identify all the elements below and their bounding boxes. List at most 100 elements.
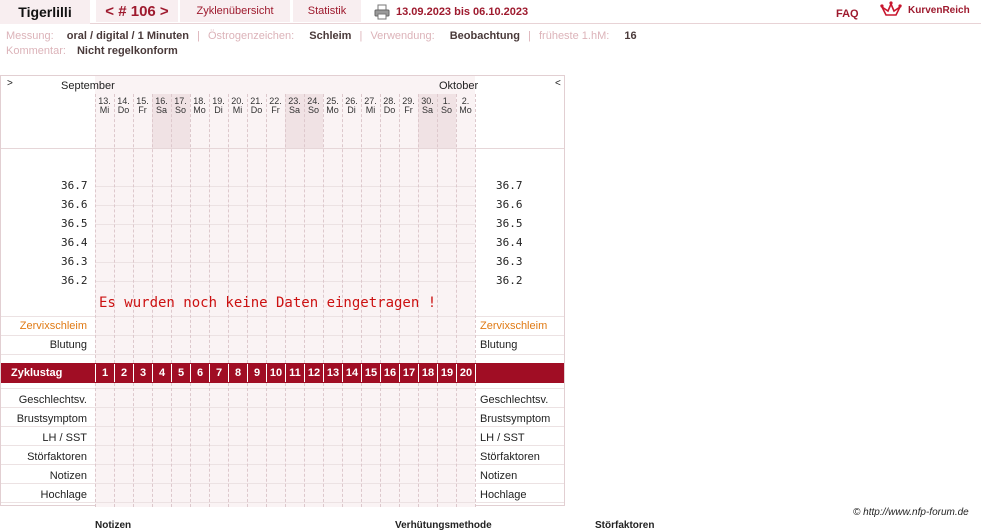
day-label: 16. Sa — [152, 97, 171, 115]
day-gridline — [361, 383, 362, 507]
zyklustag-separator — [190, 364, 191, 382]
zyklustag-separator — [171, 364, 172, 382]
zervix-label-right: Zervixschleim — [480, 320, 548, 332]
zyklustag-separator — [285, 364, 286, 382]
footer-notizen-heading: Notizen — [95, 520, 132, 531]
logo-text[interactable]: KurvenReich — [908, 5, 970, 16]
day-gridline — [456, 383, 457, 507]
month-label-september: September — [61, 80, 115, 92]
row-label-right: Hochlage — [480, 489, 527, 501]
day-gridline — [228, 383, 229, 507]
day-gridline — [266, 383, 267, 507]
zyklustag-separator — [133, 364, 134, 382]
day-weekday: Mi — [365, 105, 376, 115]
month-label-oktober: Oktober — [439, 80, 479, 92]
zervix-label-left: Zervixschleim — [19, 320, 87, 332]
day-label: 28. Do — [380, 97, 399, 115]
zyklustag-separator — [228, 364, 229, 382]
zyklustag-day: 7 — [210, 364, 228, 382]
day-weekday: So — [307, 105, 319, 115]
day-label: 24. So — [304, 97, 323, 115]
info-row-2: Kommentar: Nicht regelkonform — [6, 45, 178, 57]
row-label-left: Notizen — [49, 470, 87, 482]
nav-prev-arrow[interactable]: > — [7, 78, 13, 89]
day-weekday: Do — [383, 105, 396, 115]
footer-verhuetung-heading: Verhütungsmethode — [395, 520, 492, 531]
cycle-nav-button[interactable]: < # 106 > — [96, 0, 178, 22]
day-label: 14. Do — [114, 97, 133, 115]
day-weekday: Fr — [138, 105, 147, 115]
faq-link[interactable]: FAQ — [836, 8, 859, 20]
crown-logo-icon[interactable] — [880, 1, 902, 19]
row-label-right: Brustsymptom — [480, 413, 551, 425]
temp-label-left: 36.5 — [61, 217, 88, 230]
zyklustag-day: 16 — [381, 364, 399, 382]
day-label: 22. Fr — [266, 97, 285, 115]
day-label: 1. So — [437, 97, 456, 115]
day-gridline — [285, 383, 286, 507]
zyklustag-separator — [418, 364, 419, 382]
zyklustag-day: 18 — [419, 364, 437, 382]
day-gridline — [247, 94, 248, 363]
day-gridline — [304, 383, 305, 507]
day-label: 30. Sa — [418, 97, 437, 115]
messung-label: Messung: — [6, 30, 54, 42]
zyklustag-day: 11 — [286, 364, 304, 382]
messung-value: oral / digital / 1 Minuten — [66, 30, 189, 42]
zyklustag-day: 15 — [362, 364, 380, 382]
no-data-message: Es wurden noch keine Daten eingetragen ! — [99, 295, 437, 311]
oestrogen-value: Schleim — [309, 30, 352, 42]
day-label: 25. Mo — [323, 97, 342, 115]
day-gridline — [152, 94, 153, 363]
zyklustag-separator — [247, 364, 248, 382]
day-gridline — [152, 383, 153, 507]
day-label: 17. So — [171, 97, 190, 115]
zyklustag-separator — [456, 364, 457, 382]
zyklustag-day: 3 — [134, 364, 152, 382]
verwendung-value: Beobachtung — [449, 30, 520, 42]
day-gridline — [114, 383, 115, 507]
divider: | — [528, 30, 531, 42]
day-gridline — [266, 94, 267, 363]
zyklustag-separator — [266, 364, 267, 382]
nav-next-arrow[interactable]: < — [555, 78, 561, 89]
printer-icon[interactable] — [374, 4, 390, 20]
temp-label-right: 36.6 — [496, 198, 523, 211]
zyklustag-day: 19 — [438, 364, 456, 382]
tab-statistics[interactable]: Statistik — [293, 0, 361, 22]
row-label-left: LH / SST — [42, 432, 87, 444]
user-name: Tigerlilli — [0, 0, 90, 24]
row-label-left: Hochlage — [40, 489, 87, 501]
zyklustag-day: 9 — [248, 364, 266, 382]
day-weekday: Mi — [99, 105, 110, 115]
row-label-left: Störfaktoren — [27, 451, 87, 463]
day-label: 23. Sa — [285, 97, 304, 115]
day-gridline — [114, 94, 115, 363]
zyklustag-separator — [304, 364, 305, 382]
day-weekday: Di — [347, 105, 356, 115]
temp-label-right: 36.7 — [496, 179, 523, 192]
day-weekday: So — [440, 105, 452, 115]
day-weekday: Mo — [326, 105, 339, 115]
day-gridline — [209, 94, 210, 363]
copyright-link[interactable]: © http://www.nfp-forum.de — [853, 507, 969, 518]
temp-label-left: 36.6 — [61, 198, 88, 211]
day-gridline — [380, 383, 381, 507]
day-gridline — [247, 383, 248, 507]
temp-label-right: 36.3 — [496, 255, 523, 268]
day-weekday: Sa — [288, 105, 300, 115]
zyklustag-separator — [209, 364, 210, 382]
header-divider — [0, 23, 981, 24]
row-separator — [1, 354, 564, 355]
date-range: 13.09.2023 bis 06.10.2023 — [396, 6, 529, 18]
zyklustag-day: 8 — [229, 364, 247, 382]
day-gridline — [133, 94, 134, 363]
day-gridline — [323, 94, 324, 363]
zyklustag-day: 14 — [343, 364, 361, 382]
tab-cycle-overview[interactable]: Zyklenübersicht — [180, 0, 290, 22]
zyklustag-separator — [361, 364, 362, 382]
day-weekday: Sa — [155, 105, 167, 115]
day-gridline — [418, 383, 419, 507]
day-label: 15. Fr — [133, 97, 152, 115]
day-gridline — [323, 383, 324, 507]
